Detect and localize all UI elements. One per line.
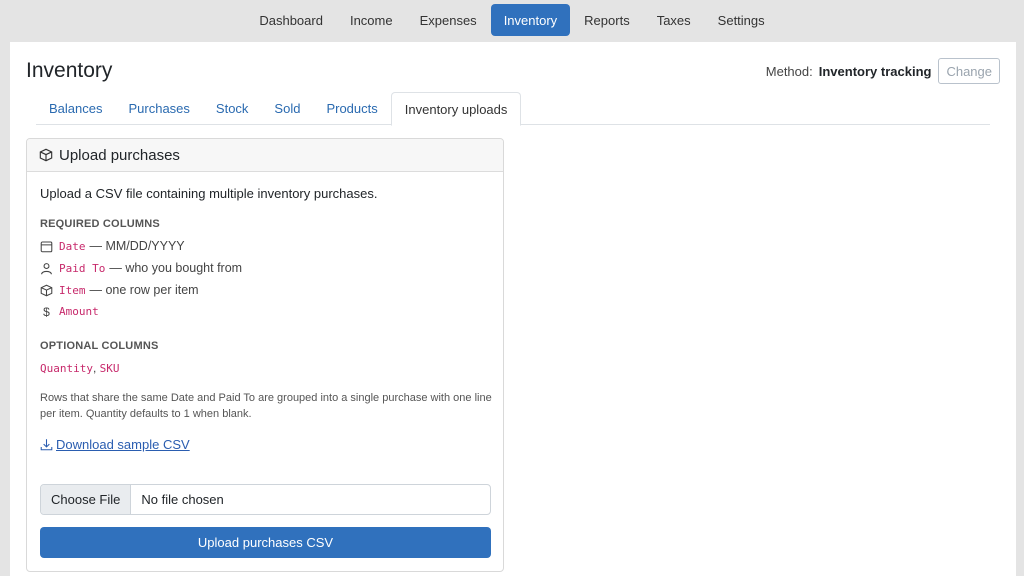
method-group: Method: Inventory tracking Change [766, 58, 1000, 84]
column-desc: — MM/DD/YYYY [89, 239, 185, 253]
person-icon [40, 262, 53, 275]
download-icon [40, 439, 53, 451]
choose-file-button[interactable]: Choose File [41, 485, 132, 514]
required-column-date: Date — MM/DD/YYYY [40, 239, 185, 253]
tab-products[interactable]: Products [313, 92, 390, 125]
box-icon [40, 284, 53, 297]
column-desc: — who you bought from [109, 261, 243, 275]
file-input[interactable]: Choose File No file chosen [40, 484, 491, 515]
tab-balances[interactable]: Balances [36, 92, 115, 125]
inventory-tabs: Balances Purchases Stock Sold Products I… [36, 92, 990, 126]
nav-settings[interactable]: Settings [705, 4, 777, 36]
nav-inventory[interactable]: Inventory [491, 4, 570, 36]
main-panel: Inventory Method: Inventory tracking Cha… [10, 42, 1016, 576]
dollar-icon: $ [43, 304, 50, 319]
card-intro: Upload a CSV file containing multiple in… [40, 186, 378, 201]
grouping-note: Rows that share the same Date and Paid T… [40, 392, 492, 420]
required-column-paid-to: Paid To — who you bought from [40, 261, 242, 275]
optional-columns-label: OPTIONAL COLUMNS [40, 340, 159, 352]
card-header: Upload purchases [27, 139, 503, 172]
separator: , [92, 361, 97, 375]
optional-columns: Quantity, SKU [40, 361, 120, 375]
column-code: SKU [99, 362, 120, 375]
required-column-item: Item — one row per item [40, 283, 199, 297]
tab-purchases[interactable]: Purchases [115, 92, 202, 125]
nav-taxes[interactable]: Taxes [644, 4, 703, 36]
column-code: Amount [59, 305, 99, 318]
method-value: Inventory tracking [818, 63, 932, 79]
column-code: Item [59, 283, 86, 297]
required-columns-label: REQUIRED COLUMNS [40, 218, 160, 230]
column-desc: — one row per item [89, 283, 199, 297]
method-label: Method: [765, 63, 813, 79]
calendar-icon [40, 240, 53, 253]
upload-purchases-button[interactable]: Upload purchases CSV [40, 527, 491, 558]
upload-purchases-card: Upload purchases Upload a CSV file conta… [26, 138, 504, 572]
card-title: Upload purchases [59, 146, 180, 164]
column-code: Quantity [40, 362, 93, 375]
download-sample-label: Download sample CSV [56, 437, 190, 452]
tab-sold[interactable]: Sold [261, 92, 313, 125]
nav-income[interactable]: Income [337, 4, 405, 36]
nav-reports[interactable]: Reports [572, 4, 643, 36]
download-sample-link[interactable]: Download sample CSV [40, 437, 190, 452]
tab-stock[interactable]: Stock [203, 92, 262, 125]
change-method-button[interactable]: Change [938, 58, 1000, 84]
file-status: No file chosen [141, 492, 224, 507]
nav-dashboard[interactable]: Dashboard [247, 4, 336, 36]
column-code: Paid To [59, 261, 106, 275]
tab-inventory-uploads[interactable]: Inventory uploads [390, 92, 522, 126]
page-title: Inventory [26, 59, 113, 82]
top-nav: Dashboard Income Expenses Inventory Repo… [0, 0, 1024, 40]
nav-expenses[interactable]: Expenses [407, 4, 489, 36]
column-code: Date [59, 239, 86, 253]
box-icon [39, 148, 53, 162]
required-column-amount: $ Amount [40, 304, 99, 319]
